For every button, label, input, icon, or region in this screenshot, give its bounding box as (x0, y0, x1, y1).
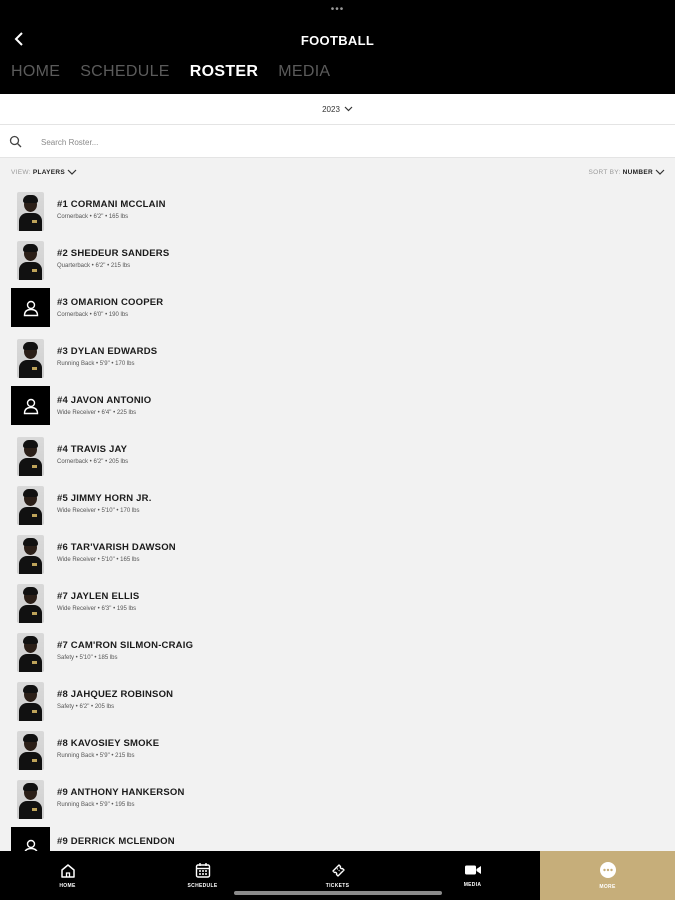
calendar-icon (195, 863, 210, 878)
player-photo (17, 241, 44, 280)
player-detail: Quarterback • 6'2" • 215 lbs (57, 263, 131, 269)
ticket-icon (331, 864, 345, 877)
nav-more-label: MORE (599, 884, 616, 890)
player-photo (17, 780, 44, 819)
player-detail: Cornerback • 6'0" • 190 lbs (57, 312, 129, 318)
player-name: #4 TRAVIS JAY (57, 444, 128, 455)
chevron-down-icon (344, 106, 353, 112)
tab-roster[interactable]: ROSTER (190, 63, 258, 81)
nav-tickets-label: TICKETS (325, 883, 350, 889)
player-detail: Safety • 5'10" • 185 lbs (57, 655, 118, 661)
avatar-placeholder (11, 386, 50, 425)
nav-home-label: HOME (59, 882, 76, 889)
page-title: FOOTBALL (300, 33, 375, 48)
player-photo (17, 339, 44, 378)
list-item[interactable]: #4 TRAVIS JAY Cornerback • 6'2" • 205 lb… (0, 432, 675, 481)
multitask-dots[interactable]: ••• (0, 4, 675, 15)
player-name: #8 KAVOSIEY SMOKE (57, 738, 160, 749)
chevron-down-icon (67, 169, 77, 175)
video-icon (464, 865, 481, 875)
player-detail: Running Back • 5'9" • 170 lbs (57, 361, 135, 367)
filter-row: VIEW: PLAYERS SORT BY: NUMBER (0, 166, 675, 182)
player-detail: Running Back • 5'9" • 215 lbs (57, 753, 135, 759)
tab-schedule[interactable]: SCHEDULE (80, 63, 170, 81)
player-detail: Running Back • 5'9" • 195 lbs (57, 802, 135, 808)
header: ••• FOOTBALL HOME SCHEDULE ROSTER MEDIA (0, 0, 675, 94)
nav-schedule-label: SCHEDULE (187, 883, 218, 889)
view-label: VIEW: (11, 169, 31, 176)
nav-home[interactable]: HOME (0, 851, 135, 900)
search-icon (9, 135, 22, 148)
player-name: #5 JIMMY HORN JR. (57, 493, 152, 504)
player-detail: Wide Receiver • 6'3" • 195 lbs (57, 606, 137, 612)
tab-media[interactable]: MEDIA (278, 63, 330, 81)
tab-home[interactable]: HOME (11, 63, 60, 81)
player-name: #2 SHEDEUR SANDERS (57, 248, 170, 259)
home-indicator[interactable] (234, 891, 442, 895)
user-icon (23, 300, 38, 316)
list-item[interactable]: #1 CORMANI MCCLAIN Cornerback • 6'2" • 1… (0, 187, 675, 236)
app: ••• FOOTBALL HOME SCHEDULE ROSTER MEDIA … (0, 0, 675, 900)
player-name: #7 JAYLEN ELLIS (57, 591, 140, 602)
player-name: #3 OMARION COOPER (57, 297, 164, 308)
list-item[interactable]: #7 JAYLEN ELLIS Wide Receiver • 6'3" • 1… (0, 579, 675, 628)
list-item[interactable]: #9 ANTHONY HANKERSON Running Back • 5'9"… (0, 775, 675, 824)
nav-more[interactable]: MORE (540, 851, 675, 900)
sort-value: NUMBER (622, 169, 653, 176)
nav-media-label: MEDIA (463, 882, 482, 888)
player-detail: Cornerback • 6'2" • 205 lbs (57, 459, 129, 465)
roster-list: #1 CORMANI MCCLAIN Cornerback • 6'2" • 1… (0, 187, 675, 851)
player-detail: Safety • 6'2" • 205 lbs (57, 704, 115, 710)
season-selector[interactable]: 2023 (0, 94, 675, 125)
player-name: #3 DYLAN EDWARDS (57, 346, 158, 357)
list-item[interactable]: #8 JAHQUEZ ROBINSON Safety • 6'2" • 205 … (0, 677, 675, 726)
sort-label: SORT BY: (588, 169, 621, 176)
list-item[interactable]: #4 JAVON ANTONIO Wide Receiver • 6'4" • … (0, 383, 675, 432)
player-detail: Cornerback • 6'2" • 165 lbs (57, 214, 129, 220)
player-photo (17, 584, 44, 623)
player-detail: Wide Receiver • 5'10" • 165 lbs (57, 557, 140, 563)
player-photo (17, 633, 44, 672)
sort-filter[interactable]: SORT BY: NUMBER (589, 169, 665, 176)
player-name: #9 DERRICK MCLENDON (57, 836, 175, 847)
player-photo (17, 486, 44, 525)
avatar-placeholder (11, 288, 50, 327)
player-photo (17, 192, 44, 231)
player-photo (17, 731, 44, 770)
view-value: PLAYERS (32, 169, 66, 176)
player-photo (17, 535, 44, 574)
chevron-down-icon (655, 169, 665, 175)
list-item[interactable]: #8 KAVOSIEY SMOKE Running Back • 5'9" • … (0, 726, 675, 775)
player-photo (17, 682, 44, 721)
list-item[interactable]: #7 CAM'RON SILMON-CRAIG Safety • 5'10" •… (0, 628, 675, 677)
player-name: #7 CAM'RON SILMON-CRAIG (57, 640, 194, 651)
player-detail: Wide Receiver • 5'10" • 170 lbs (57, 508, 140, 514)
list-item[interactable]: #5 JIMMY HORN JR. Wide Receiver • 5'10" … (0, 481, 675, 530)
user-icon (23, 398, 38, 414)
home-icon (60, 863, 75, 878)
player-name: #6 TAR'VARISH DAWSON (57, 542, 176, 553)
player-name: #9 ANTHONY HANKERSON (57, 787, 185, 798)
section-tabs: HOME SCHEDULE ROSTER MEDIA (11, 63, 330, 81)
player-detail: Wide Receiver • 6'4" • 225 lbs (57, 410, 137, 416)
player-photo (17, 437, 44, 476)
list-item[interactable]: #2 SHEDEUR SANDERS Quarterback • 6'2" • … (0, 236, 675, 285)
list-item[interactable]: #3 DYLAN EDWARDS Running Back • 5'9" • 1… (0, 334, 675, 383)
user-icon (23, 839, 38, 851)
list-item[interactable]: #9 DERRICK MCLENDON (0, 824, 675, 851)
player-name: #4 JAVON ANTONIO (57, 395, 152, 406)
search-bar (0, 125, 675, 158)
list-item[interactable]: #6 TAR'VARISH DAWSON Wide Receiver • 5'1… (0, 530, 675, 579)
list-item[interactable]: #3 OMARION COOPER Cornerback • 6'0" • 19… (0, 285, 675, 334)
search-input[interactable] (41, 134, 641, 150)
player-name: #1 CORMANI MCCLAIN (57, 199, 166, 210)
avatar-placeholder (11, 827, 50, 851)
more-icon (599, 862, 616, 878)
view-filter[interactable]: VIEW: PLAYERS (11, 169, 77, 176)
season-value: 2023 (322, 104, 340, 114)
player-name: #8 JAHQUEZ ROBINSON (57, 689, 174, 700)
